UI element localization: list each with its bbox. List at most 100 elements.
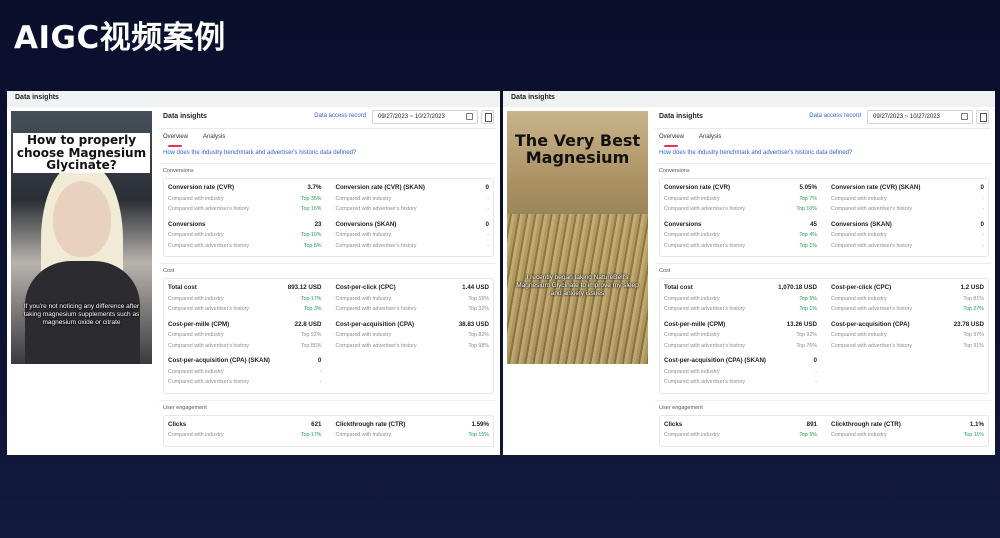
section-label: Conversions: [659, 168, 690, 174]
industry-rank: Top 92%: [300, 332, 322, 338]
metric-value: 1.2 USD: [960, 284, 984, 291]
download-icon[interactable]: [976, 110, 989, 124]
section-card: Conversion rate (CVR) 5.05% Compared wit…: [659, 178, 989, 257]
history-label: Compared with advertiser's history: [831, 342, 913, 349]
metric-card: Total cost 1,070.18 USD Compared with in…: [664, 281, 817, 318]
tab-analysis[interactable]: Analysis: [203, 134, 225, 140]
metric-value: 3.7%: [307, 184, 322, 191]
metric-card: Clicks 891 Compared with industry Top 5%: [664, 418, 817, 444]
section-label: Cost: [659, 268, 671, 274]
video-caption: I recently began taking NatureBell's Mag…: [516, 274, 639, 297]
tab-overview[interactable]: Overview: [659, 134, 684, 140]
industry-label: Compared with industry: [831, 195, 887, 202]
data-access-record-link[interactable]: Data access record: [809, 113, 861, 119]
industry-label: Compared with industry: [664, 232, 720, 238]
date-range-picker[interactable]: 09/27/2023 ~ 10/27/2023: [372, 110, 478, 124]
video-thumbnail[interactable]: How to properly choose Magnesium Glycina…: [11, 111, 152, 364]
industry-rank: -: [487, 195, 489, 202]
metric-card: Cost-per-acquisition (CPA) (SKAN) 0 Comp…: [168, 354, 322, 391]
metric-value: 0: [980, 184, 984, 191]
metric-name: Conversion rate (CVR): [664, 184, 731, 191]
slide-title: AIGC视频案例: [14, 20, 226, 56]
history-label: Compared with advertiser's history: [664, 242, 746, 249]
metric-name: Clickthrough rate (CTR): [335, 420, 406, 428]
section-divider: [655, 263, 991, 264]
history-label: Compared with advertiser's history: [335, 242, 417, 249]
metric-name: Conversion rate (CVR) (SKAN): [335, 184, 425, 191]
history-label: Compared with advertiser's history: [664, 206, 746, 212]
metric-name: Total cost: [168, 284, 197, 291]
metric-value: 5.05%: [799, 184, 817, 191]
metric-card: Clickthrough rate (CTR) 1.1% Compared wi…: [831, 418, 984, 444]
metric-card: Total cost 893.12 USD Compared with indu…: [168, 281, 322, 318]
history-rank: Top 10%: [796, 206, 817, 212]
metric-card: Conversion rate (CVR) (SKAN) 0 Compared …: [336, 181, 490, 218]
history-rank: -: [982, 206, 984, 212]
metric-name: Cost-per-click (CPC): [831, 284, 892, 291]
video-caption: If you're not noticing any difference af…: [23, 303, 140, 326]
panel-header: Data insights: [503, 91, 995, 107]
history-label: Compared with advertiser's history: [335, 306, 417, 312]
metric-name: Cost-per-acquisition (CPA) (SKAN): [664, 357, 766, 364]
metric-card: Cost-per-click (CPC) 1.2 USD Compared wi…: [831, 281, 984, 318]
video-thumbnail[interactable]: The Very Best Magnesium I recently began…: [507, 111, 648, 364]
metric-name: Conversions: [168, 220, 206, 228]
history-rank: Top 3%: [303, 306, 322, 312]
history-label: Compared with advertiser's history: [168, 342, 250, 349]
tab-overview[interactable]: Overview: [163, 134, 188, 140]
industry-label: Compared with industry: [168, 195, 224, 202]
industry-rank: -: [982, 232, 984, 238]
metric-value: 1,070.18 USD: [778, 284, 817, 291]
metric-name: Conversion rate (CVR) (SKAN): [831, 184, 921, 191]
section-label: Cost: [163, 268, 175, 274]
industry-rank: Top 5%: [799, 432, 817, 438]
date-range-value: 09/27/2023 ~ 10/27/2023: [873, 114, 940, 120]
section-card: Conversion rate (CVR) 3.7% Compared with…: [163, 178, 494, 257]
data-access-record-link[interactable]: Data access record: [314, 113, 366, 119]
history-rank: Top 1%: [799, 242, 817, 249]
history-rank: Top 1%: [799, 306, 817, 312]
industry-rank: Top 11%: [963, 432, 984, 438]
metric-name: Conversions: [664, 220, 702, 228]
metric-card: Cost-per-click (CPC) 1.44 USD Compared w…: [336, 281, 490, 318]
metric-value: 38.83 USD: [458, 320, 489, 328]
metric-value: 0: [813, 357, 817, 364]
metric-name: Clicks: [168, 420, 187, 428]
section-divider: [159, 263, 496, 264]
metric-value: 23.78 USD: [953, 320, 984, 328]
history-rank: Top 5%: [303, 242, 322, 249]
metric-value: 0: [485, 220, 489, 228]
industry-label: Compared with industry: [831, 295, 887, 302]
tab-bar: Overview Analysis: [159, 129, 496, 147]
history-label: Compared with advertiser's history: [168, 242, 250, 249]
metric-card: Clickthrough rate (CTR) 1.59% Compared w…: [336, 418, 490, 444]
metric-value: 23: [314, 220, 322, 228]
metric-card: Conversions (SKAN) 0 Compared with indus…: [336, 218, 490, 255]
metric-name: Conversions (SKAN): [335, 220, 397, 228]
benchmark-definition-link[interactable]: How does the industry benchmark and adve…: [655, 147, 991, 161]
metric-card: Cost-per-mille (CPM) 22.8 USD Compared w…: [168, 318, 322, 355]
insights-header: Data insights Data access record 09/27/2…: [159, 107, 496, 129]
industry-label: Compared with industry: [335, 232, 392, 238]
history-rank: Top 32%: [468, 306, 489, 312]
download-icon[interactable]: [481, 110, 494, 124]
benchmark-definition-link[interactable]: How does the industry benchmark and adve…: [159, 147, 496, 161]
industry-label: Compared with industry: [831, 232, 887, 238]
history-rank: Top 27%: [963, 306, 984, 312]
history-rank: Top 86%: [300, 342, 322, 349]
metric-value: 0: [485, 184, 489, 191]
date-range-picker[interactable]: 09/27/2023 ~ 10/27/2023: [867, 110, 973, 124]
insights-pane: Data insights Data access record 09/27/2…: [655, 107, 991, 455]
tab-analysis[interactable]: Analysis: [699, 134, 721, 140]
metric-value: 13.26 USD: [786, 320, 817, 328]
video-title: The Very Best Magnesium: [514, 131, 641, 167]
industry-rank: Top 5%: [799, 295, 817, 302]
industry-label: Compared with industry: [664, 368, 720, 375]
person-face: [53, 181, 111, 257]
section-divider: [159, 399, 496, 401]
metric-name: Cost-per-acquisition (CPA): [335, 320, 415, 328]
metric-value: 0: [318, 357, 322, 364]
history-rank: Top 16%: [300, 206, 322, 212]
metric-card: Conversion rate (CVR) 3.7% Compared with…: [168, 181, 322, 218]
history-label: Compared with advertiser's history: [664, 342, 746, 349]
